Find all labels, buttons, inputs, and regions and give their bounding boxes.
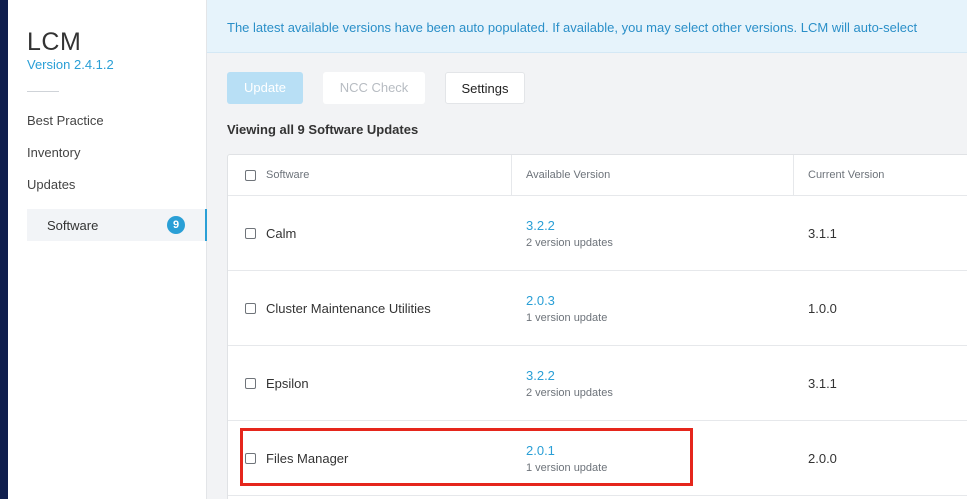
header-software: Software xyxy=(266,169,310,181)
table-header: Software Available Version Current Versi… xyxy=(228,155,967,196)
version-update-count: 2 version updates xyxy=(526,237,613,249)
available-version-link[interactable]: 3.2.2 xyxy=(526,218,555,233)
sidebar-item-best-practice[interactable]: Best Practice xyxy=(27,113,104,128)
column-divider xyxy=(793,155,794,196)
settings-button[interactable]: Settings xyxy=(445,72,525,104)
header-available-version: Available Version xyxy=(526,169,611,181)
version-update-count: 1 version update xyxy=(526,312,608,324)
page-title: Viewing all 9 Software Updates xyxy=(227,122,419,137)
sidebar-item-software[interactable]: Software 9 xyxy=(27,209,207,241)
current-version: 1.0.0 xyxy=(808,301,837,316)
software-name: Calm xyxy=(266,226,297,241)
table-row: Calm 3.2.2 2 version updates 3.1.1 xyxy=(228,196,967,271)
available-version-link[interactable]: 3.2.2 xyxy=(526,368,555,383)
table-row: Epsilon 3.2.2 2 version updates 3.1.1 xyxy=(228,346,967,421)
column-divider xyxy=(511,155,512,196)
highlight-annotation-box xyxy=(240,428,693,486)
sidebar-item-label: Software xyxy=(47,218,99,233)
sidebar-item-updates[interactable]: Updates xyxy=(27,177,75,192)
current-version: 3.1.1 xyxy=(808,376,837,391)
version-update-count: 2 version updates xyxy=(526,387,613,399)
info-banner: The latest available versions have been … xyxy=(207,0,967,53)
banner-text: The latest available versions have been … xyxy=(227,20,918,35)
software-count-badge: 9 xyxy=(167,216,185,234)
software-name: Epsilon xyxy=(266,376,309,391)
row-checkbox[interactable] xyxy=(245,303,256,314)
sidebar-item-inventory[interactable]: Inventory xyxy=(27,145,80,160)
header-current-version: Current Version xyxy=(808,169,885,181)
table-row: Cluster Maintenance Utilities 2.0.3 1 ve… xyxy=(228,271,967,346)
app-version: Version 2.4.1.2 xyxy=(27,57,114,72)
current-version: 3.1.1 xyxy=(808,226,837,241)
ncc-check-button[interactable]: NCC Check xyxy=(323,72,425,104)
sidebar: LCM Version 2.4.1.2 Best Practice Invent… xyxy=(8,0,207,499)
current-version: 2.0.0 xyxy=(808,451,837,466)
update-button[interactable]: Update xyxy=(227,72,303,104)
app-title: LCM xyxy=(27,28,82,56)
row-checkbox[interactable] xyxy=(245,378,256,389)
row-checkbox[interactable] xyxy=(245,228,256,239)
select-all-checkbox[interactable] xyxy=(245,170,256,181)
software-name: Cluster Maintenance Utilities xyxy=(266,301,431,316)
available-version-link[interactable]: 2.0.3 xyxy=(526,293,555,308)
sidebar-divider xyxy=(27,91,59,92)
lcm-window: LCM Version 2.4.1.2 Best Practice Invent… xyxy=(8,0,967,499)
